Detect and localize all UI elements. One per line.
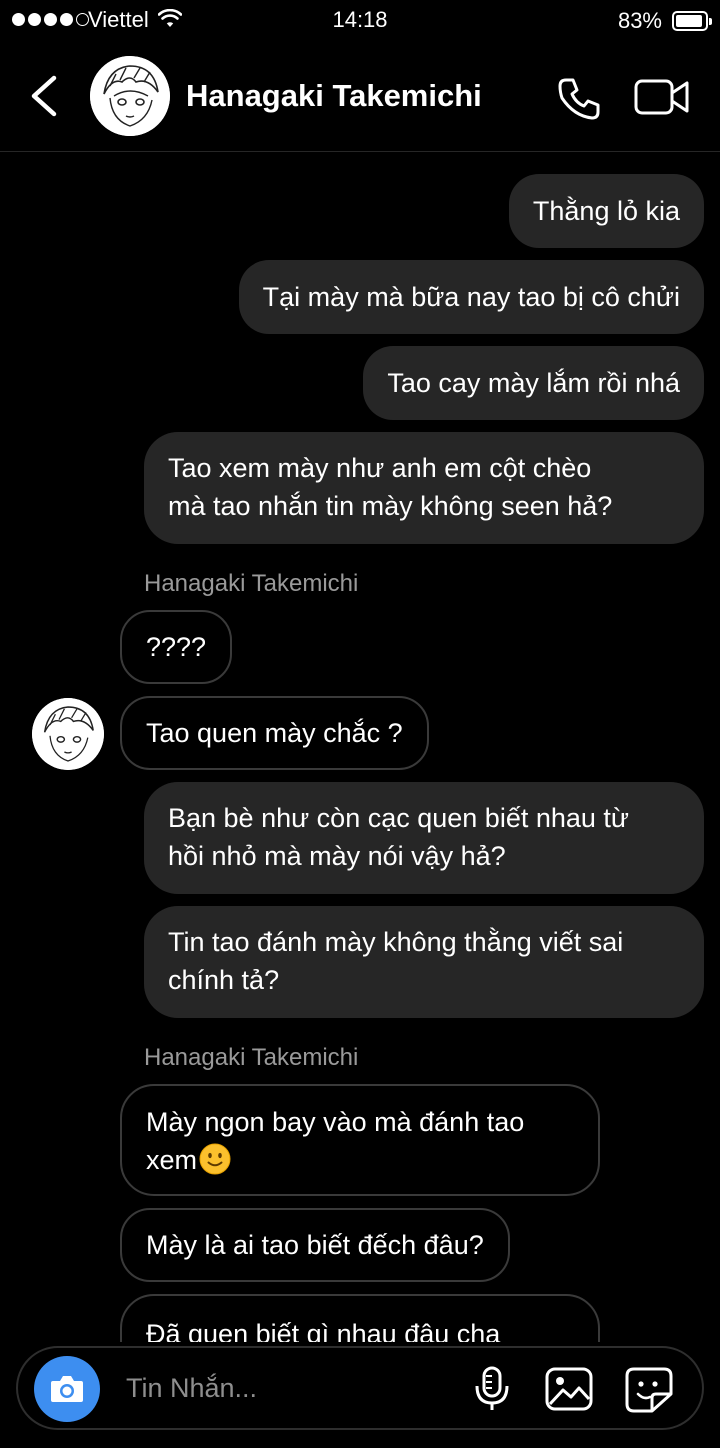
message-text: Tin tao đánh mày không thằng viết sai ch… xyxy=(168,927,624,995)
message-composer xyxy=(16,1346,704,1430)
battery-percent: 83% xyxy=(617,8,662,33)
message-bubble-outgoing[interactable]: Tao cay mày lắm rồi nhá xyxy=(363,346,704,420)
battery-icon xyxy=(672,11,712,31)
message-text: Mày ngon bay vào mà đánh tao xem xyxy=(146,1107,525,1175)
sender-name: Hanagaki Takemichi xyxy=(144,1044,359,1071)
message-input[interactable] xyxy=(124,1362,458,1414)
camera-button[interactable] xyxy=(34,1356,100,1422)
status-bar: Viettel 14:18 83% xyxy=(0,0,720,42)
sender-name: Hanagaki Takemichi xyxy=(144,570,359,597)
message-text: Tao cay mày lắm rồi nhá xyxy=(387,368,680,398)
message-text: Tại mày mà bữa nay tao bị cô chửi xyxy=(262,282,680,312)
message-text: Bạn bè như còn cạc quen biết nhau từ hồi… xyxy=(168,803,629,871)
message-text: Tao xem mày như anh em cột chèo mà tao n… xyxy=(168,453,613,521)
video-call-icon[interactable] xyxy=(634,78,690,116)
message-list[interactable]: Thằng lỏ kia Tại mày mà bữa nay tao bị c… xyxy=(0,152,720,1342)
camera-icon xyxy=(51,1376,83,1402)
message-bubble-outgoing[interactable]: Tại mày mà bữa nay tao bị cô chửi xyxy=(238,260,704,334)
avatar-sketch-icon xyxy=(32,698,104,770)
avatar-sketch-icon xyxy=(90,56,170,136)
message-bubble-incoming[interactable]: Tao quen mày chắc ? xyxy=(120,696,429,770)
message-text: ???? xyxy=(146,632,207,662)
message-bubble-outgoing[interactable]: Tao xem mày như anh em cột chèo mà tao n… xyxy=(144,432,704,544)
gallery-icon[interactable] xyxy=(544,1366,594,1412)
microphone-icon[interactable] xyxy=(472,1366,512,1412)
chat-header: Hanagaki Takemichi xyxy=(0,42,720,152)
slightly-smiling-face-icon xyxy=(199,1143,231,1175)
sender-avatar[interactable] xyxy=(32,698,104,770)
message-text: Mày là ai tao biết đếch đâu? xyxy=(146,1230,484,1260)
message-bubble-outgoing[interactable]: Tin tao đánh mày không thằng viết sai ch… xyxy=(144,906,704,1018)
message-bubble-incoming[interactable]: Mày ngon bay vào mà đánh tao xem xyxy=(120,1084,600,1196)
message-text: Tao quen mày chắc ? xyxy=(146,718,403,748)
back-chevron-icon[interactable] xyxy=(26,74,66,118)
message-bubble-incoming[interactable]: ???? xyxy=(120,610,233,684)
clock: 14:18 xyxy=(332,7,388,32)
message-bubble-incoming[interactable]: Mày là ai tao biết đếch đâu? xyxy=(120,1208,510,1282)
message-bubble-incoming[interactable]: Đã quen biết gì nhau đâu cha xyxy=(120,1294,600,1342)
message-bubble-outgoing[interactable]: Bạn bè như còn cạc quen biết nhau từ hồi… xyxy=(144,782,704,894)
message-bubble-outgoing[interactable]: Thằng lỏ kia xyxy=(508,174,704,248)
message-text: Thằng lỏ kia xyxy=(532,196,680,226)
sticker-icon[interactable] xyxy=(624,1366,674,1414)
contact-name[interactable]: Hanagaki Takemichi xyxy=(186,78,482,114)
contact-avatar[interactable] xyxy=(90,56,170,136)
phone-call-icon[interactable] xyxy=(556,76,602,122)
message-text: Đã quen biết gì nhau đâu cha xyxy=(146,1319,501,1342)
